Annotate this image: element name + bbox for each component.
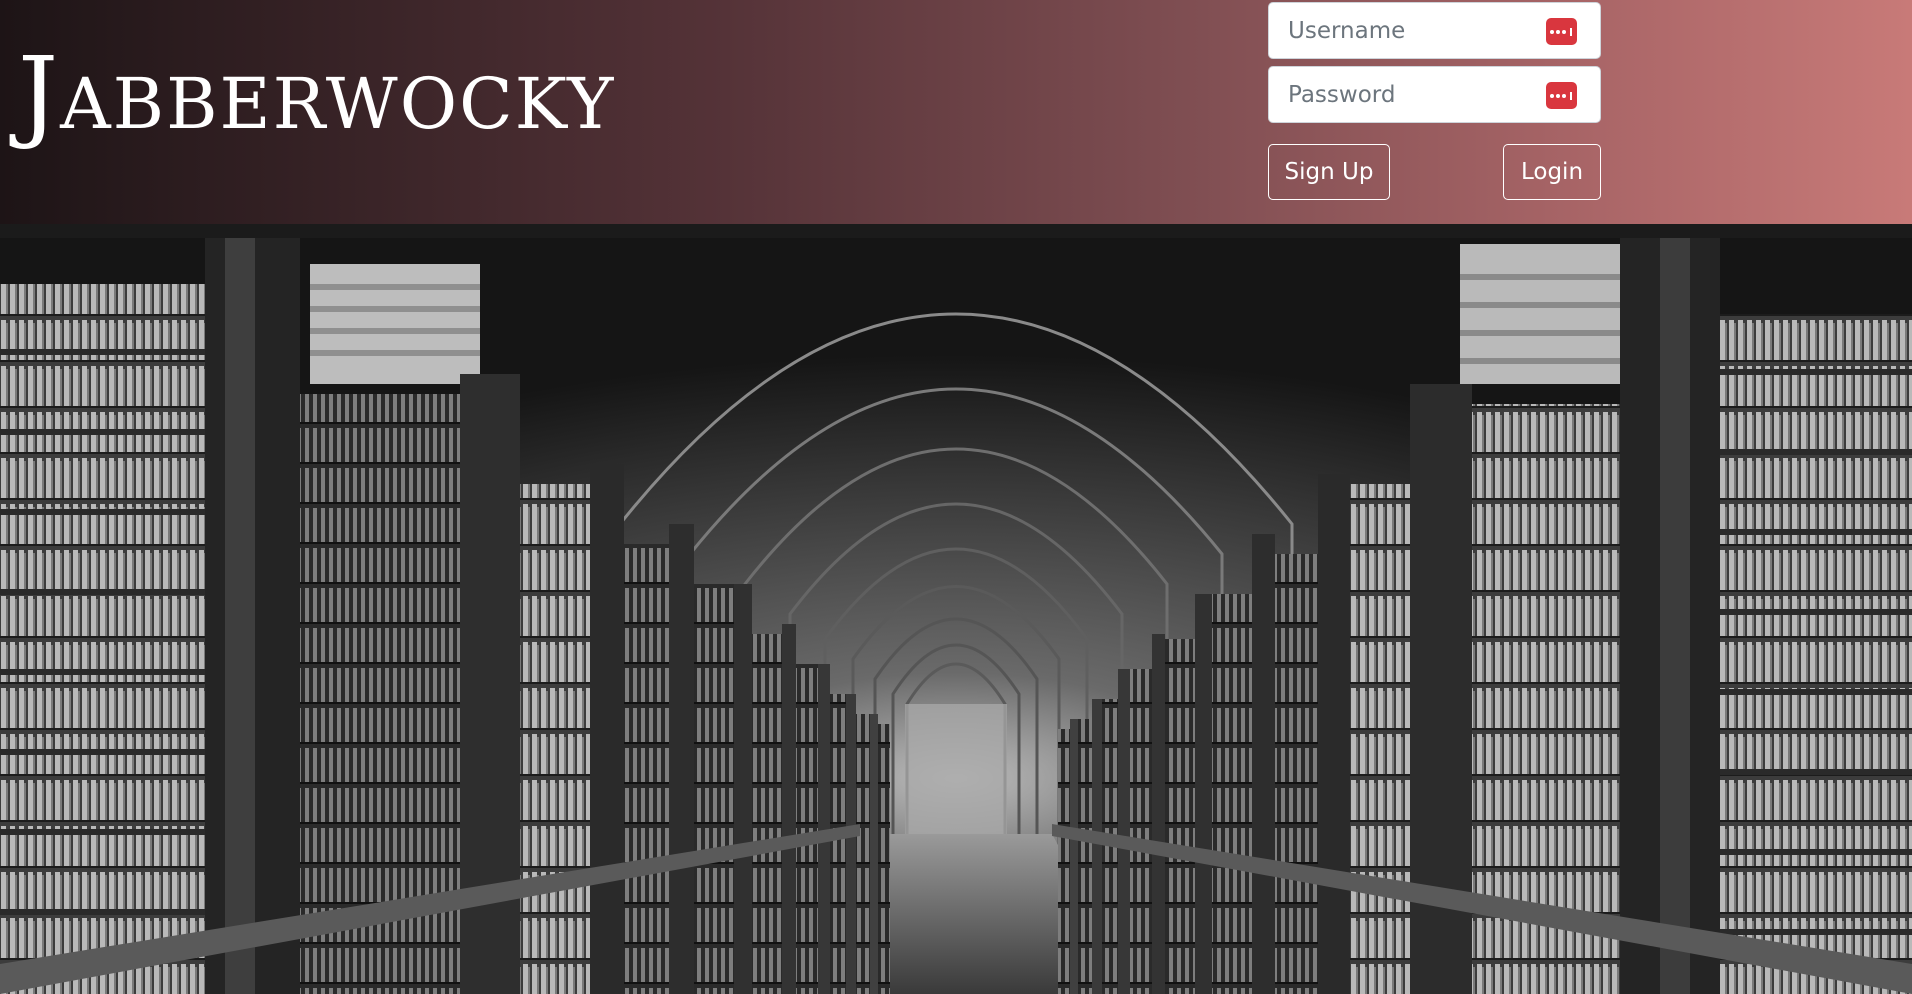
password-input[interactable] [1288,81,1558,108]
username-input[interactable] [1288,17,1558,44]
hero-library-image [0,224,1912,994]
site-header: Jabberwocky Sign Up Login [0,0,1912,224]
library-hall-illustration [0,224,1912,994]
password-field-wrapper [1268,66,1601,123]
password-manager-icon[interactable] [1546,18,1577,45]
signup-button[interactable]: Sign Up [1268,144,1390,200]
site-logo-title: Jabberwocky [18,35,616,152]
password-manager-icon[interactable] [1546,82,1577,109]
username-field-wrapper [1268,2,1601,59]
login-button[interactable]: Login [1503,144,1601,200]
